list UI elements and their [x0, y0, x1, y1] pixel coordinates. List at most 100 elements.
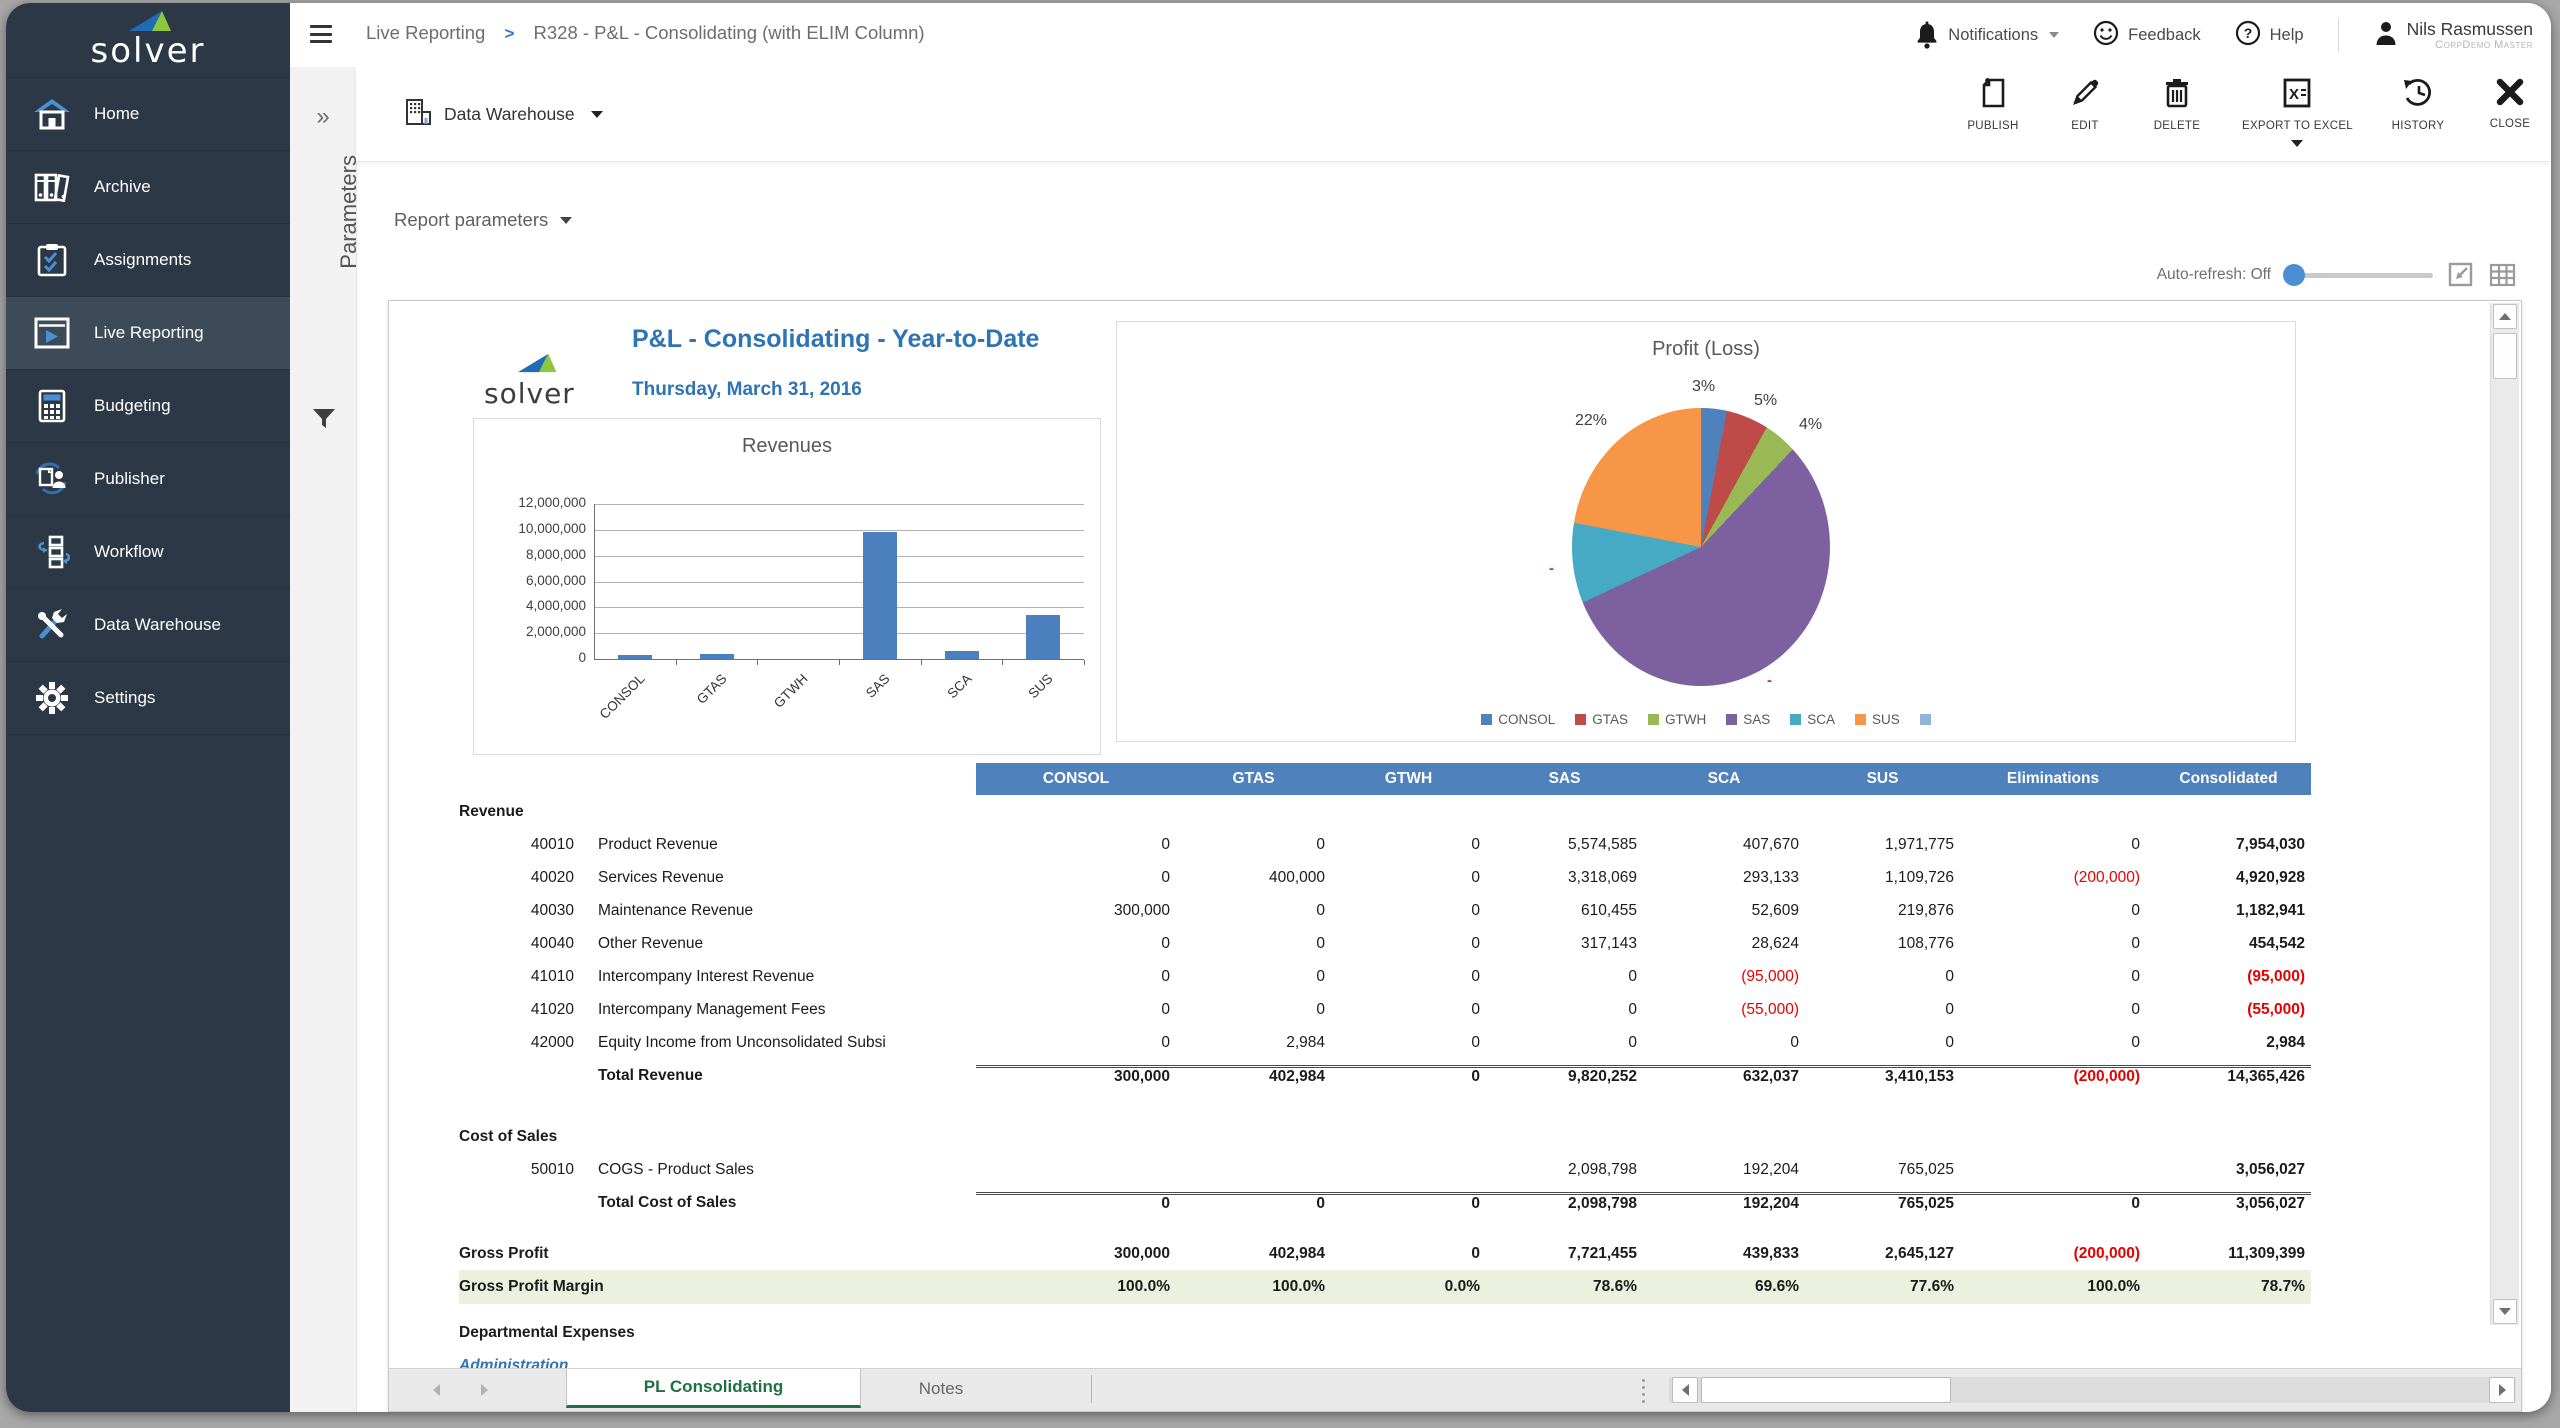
sidebar-item-label: Workflow	[94, 542, 164, 562]
notifications-button[interactable]: Notifications	[1915, 17, 2059, 53]
table-cell: (200,000)	[1960, 869, 2146, 887]
close-button[interactable]: CLOSE	[2483, 77, 2537, 130]
table-cell: 400,000	[1176, 869, 1331, 887]
parameters-label: Parameters	[336, 155, 362, 269]
table-row: Total Revenue300,000402,98409,820,252632…	[459, 1059, 2311, 1092]
user-menu[interactable]: Nils Rasmussen CorpDemo Master	[2373, 19, 2533, 52]
scroll-up-button[interactable]	[2493, 304, 2517, 329]
table-row: 40040Other Revenue000317,14328,624108,77…	[459, 927, 2311, 960]
column-header-GTWH: GTWH	[1331, 763, 1486, 795]
sidebar-item-data-warehouse[interactable]: Data Warehouse	[6, 588, 290, 661]
vertical-scrollbar[interactable]	[2490, 303, 2519, 1325]
table-cell: 52,609	[1643, 902, 1805, 920]
x-axis-tick	[1084, 660, 1085, 665]
bar-SAS	[863, 532, 897, 659]
splitter-handle[interactable]	[1642, 1379, 1645, 1403]
pie-label-GTWH: 4%	[1799, 416, 1822, 434]
grand-total-label: Gross Profit	[459, 1245, 976, 1263]
svg-text:?: ?	[2243, 25, 2252, 41]
sidebar-item-archive[interactable]: Archive	[6, 150, 290, 223]
legend-label: SUS	[1872, 712, 1900, 727]
main-content: Report parameters Auto-refresh: Off	[356, 161, 2551, 1412]
gridline	[594, 556, 1084, 557]
vertical-scroll-thumb[interactable]	[2493, 333, 2517, 379]
pie-label-SUS: 22%	[1575, 412, 1607, 430]
sidebar-item-home[interactable]: Home	[6, 77, 290, 150]
expand-report-icon[interactable]	[2447, 261, 2474, 288]
toolbar-actions: PUBLISH EDIT DELETE XEXPORT TO EXCEL HISTORY…	[1966, 77, 2537, 147]
sidebar-item-publisher[interactable]: Publisher	[6, 442, 290, 515]
column-header-SUS: SUS	[1805, 763, 1960, 795]
section-label: Revenue	[459, 803, 1176, 821]
sidebar-item-label: Assignments	[94, 250, 191, 270]
help-label: Help	[2270, 26, 2304, 45]
budgeting-icon	[32, 388, 72, 424]
legend-label: GTAS	[1592, 712, 1628, 727]
action-label: HISTORY	[2392, 120, 2445, 132]
auto-refresh-slider[interactable]	[2285, 264, 2433, 286]
margin-label: Gross Profit Margin	[459, 1278, 976, 1296]
legend-swatch	[1855, 714, 1866, 725]
sheet-nav-left-icon[interactable]	[433, 1369, 440, 1411]
scroll-left-button[interactable]	[1672, 1377, 1698, 1403]
table-row: 41010Intercompany Interest Revenue0000(9…	[459, 960, 2311, 993]
x-axis-tick	[839, 660, 840, 665]
chevron-down-icon	[2291, 140, 2303, 147]
table-row: Gross Profit Margin100.0%100.0%0.0%78.6%…	[459, 1270, 2311, 1304]
table-cell: 1,182,941	[2146, 902, 2311, 920]
data-source-dropdown[interactable]: Data Warehouse	[404, 97, 603, 132]
data-source-label: Data Warehouse	[444, 104, 575, 125]
app-window: solver HomeArchive Assignments Live Report…	[6, 3, 2551, 1412]
topbar: Live Reporting > R328 - P&L - Consolidat…	[290, 3, 2551, 67]
table-cell: 300,000	[976, 902, 1176, 920]
history-button[interactable]: HISTORY	[2391, 77, 2445, 132]
delete-button[interactable]: DELETE	[2150, 77, 2204, 132]
help-button[interactable]: ? Help	[2235, 20, 2304, 51]
menu-icon[interactable]	[310, 25, 332, 44]
export-to-excel-button[interactable]: XEXPORT TO EXCEL	[2242, 77, 2353, 147]
scroll-right-button[interactable]	[2489, 1377, 2515, 1403]
report-parameters-toggle[interactable]: Report parameters	[394, 209, 572, 231]
table-cell: 2,984	[1176, 1034, 1331, 1052]
sheet-tab-notes[interactable]: Notes	[871, 1369, 1011, 1408]
filter-icon[interactable]	[312, 409, 336, 436]
edit-button[interactable]: EDIT	[2058, 77, 2112, 132]
sidebar-item-workflow[interactable]: Workflow	[6, 515, 290, 588]
sidebar-item-assignments[interactable]: Assignments	[6, 223, 290, 296]
feedback-button[interactable]: Feedback	[2093, 20, 2200, 51]
solver-logo: solver	[6, 3, 290, 77]
table-cell: 4,920,928	[2146, 869, 2311, 887]
sidebar-item-budgeting[interactable]: Budgeting	[6, 369, 290, 442]
expand-panel-icon[interactable]: »	[290, 103, 356, 131]
slider-knob[interactable]	[2283, 264, 2305, 286]
solver-triangle-icon	[129, 10, 177, 32]
sidebar-item-label: Budgeting	[94, 396, 171, 416]
breadcrumb-separator-icon: >	[504, 24, 514, 43]
table-spacer	[459, 1304, 2311, 1316]
sheet-nav-right-icon[interactable]	[481, 1369, 488, 1411]
table-spacer	[459, 1092, 2311, 1120]
table-cell: 0	[1176, 1192, 1331, 1213]
sidebar-item-settings[interactable]: Settings	[6, 661, 290, 735]
table-cell: 0	[1331, 1001, 1486, 1019]
breadcrumb-section[interactable]: Live Reporting	[366, 22, 485, 43]
gridline	[594, 504, 1084, 505]
table-row: Total Cost of Sales0002,098,798192,20476…	[459, 1186, 2311, 1219]
report-logo-text: solver	[484, 377, 575, 410]
horizontal-scroll-thumb[interactable]	[1701, 1377, 1951, 1403]
table-cell: 0	[1176, 1001, 1331, 1019]
table-cell: 0	[1331, 968, 1486, 986]
account-code: 40030	[459, 902, 576, 920]
table-cell: 0	[1805, 1001, 1960, 1019]
x-axis-tick	[1002, 660, 1003, 665]
grid-view-icon[interactable]	[2488, 262, 2517, 288]
table-cell: 0	[976, 1034, 1176, 1052]
x-axis-label: SAS	[804, 671, 892, 759]
sidebar-item-live-reporting[interactable]: Live Reporting	[6, 296, 290, 369]
scroll-down-button[interactable]	[2493, 1299, 2517, 1324]
publish-button[interactable]: PUBLISH	[1966, 77, 2020, 132]
table-row: Revenue	[459, 795, 2311, 828]
table-cell: 0	[976, 968, 1176, 986]
sheet-tab-pl-consolidating[interactable]: PL Consolidating	[566, 1369, 861, 1408]
table-cell: (200,000)	[1960, 1245, 2146, 1263]
